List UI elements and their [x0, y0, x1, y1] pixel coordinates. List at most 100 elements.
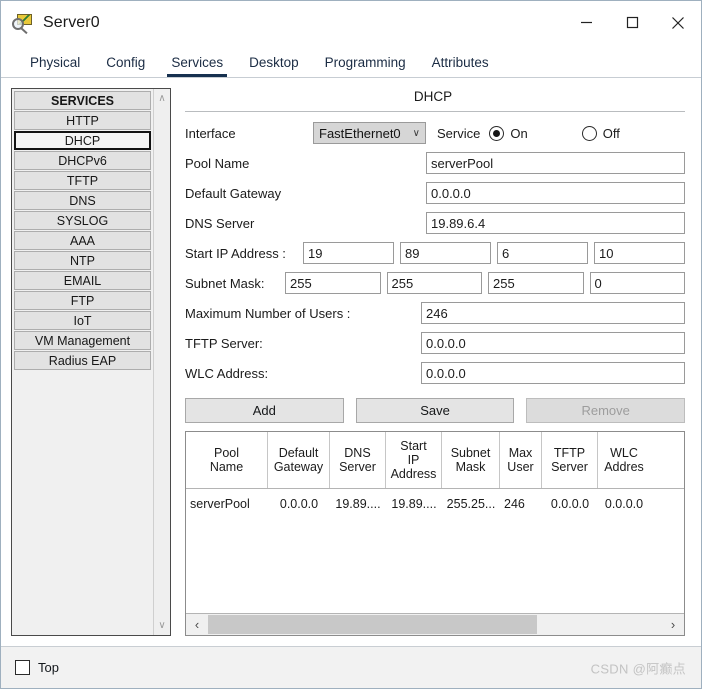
table-horizontal-scrollbar[interactable]: ‹ › [186, 613, 684, 635]
cell-tftp-server: 0.0.0.0 [550, 497, 590, 511]
remove-button[interactable]: Remove [526, 398, 686, 423]
scroll-right-icon[interactable]: › [662, 614, 684, 635]
sidebar-item-dhcpv6[interactable]: DHCPv6 [14, 151, 151, 170]
scroll-up-icon[interactable]: ∧ [154, 90, 170, 107]
column-header-subnet-mask: Subnet Mask [442, 432, 500, 488]
close-button[interactable] [655, 1, 701, 44]
wlc-address-input[interactable]: 0.0.0.0 [421, 362, 685, 384]
tab-services[interactable]: Services [158, 55, 236, 77]
add-button[interactable]: Add [185, 398, 344, 423]
top-checkbox[interactable] [15, 660, 30, 675]
scrollbar-thumb[interactable] [208, 615, 538, 634]
tftp-server-label: TFTP Server: [185, 335, 263, 351]
subnet-mask-row: Subnet Mask: 255 255 255 0 [185, 272, 685, 294]
services-list-header: SERVICES [14, 91, 151, 110]
chevron-down-icon: ∨ [412, 127, 420, 139]
start-ip-octet-2[interactable]: 89 [400, 242, 491, 264]
sidebar-item-dhcp[interactable]: DHCP [14, 131, 151, 150]
services-list: SERVICES HTTP DHCP DHCPv6 TFTP DNS SYSLO… [12, 89, 153, 635]
services-panel: SERVICES HTTP DHCP DHCPv6 TFTP DNS SYSLO… [11, 88, 171, 636]
service-on-label: On [510, 125, 528, 141]
default-gateway-label: Default Gateway [185, 185, 282, 201]
cell-wlc-address: 0.0.0.0 [604, 497, 644, 511]
maximize-button[interactable] [609, 1, 655, 44]
start-ip-octet-3[interactable]: 6 [497, 242, 588, 264]
max-users-row: Maximum Number of Users : 246 [185, 302, 685, 324]
watermark: CSDN @阿癫点 [590, 661, 686, 676]
tab-physical[interactable]: Physical [17, 55, 93, 77]
dhcp-form-panel: DHCP Interface FastEthernet0 ∨ Service O… [171, 86, 691, 646]
column-header-tftp-server: TFTP Server [542, 432, 598, 488]
tftp-server-input[interactable]: 0.0.0.0 [421, 332, 685, 354]
service-on-radio[interactable] [489, 125, 505, 141]
content-area: SERVICES HTTP DHCP DHCPv6 TFTP DNS SYSLO… [1, 78, 701, 646]
dns-server-input[interactable]: 19.89.6.4 [426, 212, 685, 234]
cell-start-ip-address: 19.89.... [391, 497, 437, 511]
start-ip-row: Start IP Address : 19 89 6 10 [185, 242, 685, 264]
tab-bar: Physical Config Services Desktop Program… [1, 44, 701, 78]
max-users-label: Maximum Number of Users : [185, 305, 351, 321]
cell-pool-name: serverPool [190, 497, 250, 511]
sidebar-item-syslog[interactable]: SYSLOG [14, 211, 151, 230]
tab-config[interactable]: Config [93, 55, 158, 77]
interface-row: Interface FastEthernet0 ∨ Service On Off [185, 122, 685, 144]
sidebar-item-vm-management[interactable]: VM Management [14, 331, 151, 350]
column-header-default-gateway: Default Gateway [268, 432, 330, 488]
sidebar-item-http[interactable]: HTTP [14, 111, 151, 130]
minimize-button[interactable] [563, 1, 609, 44]
page-title: DHCP [413, 89, 453, 104]
scrollbar-track[interactable] [208, 614, 662, 635]
tab-desktop[interactable]: Desktop [236, 55, 312, 77]
window-title: Server0 [43, 13, 100, 31]
footer-bar: Top CSDN @阿癫点 [1, 646, 701, 688]
start-ip-octet-4[interactable]: 10 [594, 242, 685, 264]
sidebar-item-radius-eap[interactable]: Radius EAP [14, 351, 151, 370]
column-header-dns-server: DNS Server [330, 432, 386, 488]
sidebar-item-ftp[interactable]: FTP [14, 291, 151, 310]
sidebar-item-dns[interactable]: DNS [14, 191, 151, 210]
top-checkbox-label: Top [38, 660, 59, 675]
cell-max-user: 246 [504, 497, 525, 511]
pool-name-label: Pool Name [185, 155, 250, 171]
max-users-input[interactable]: 246 [421, 302, 685, 324]
default-gateway-row: Default Gateway 0.0.0.0 [185, 182, 685, 204]
packet-tracer-server-icon [12, 12, 34, 34]
start-ip-label: Start IP Address : [185, 245, 286, 261]
title-divider [185, 111, 685, 112]
tab-programming[interactable]: Programming [312, 55, 419, 77]
pool-name-row: Pool Name serverPool [185, 152, 685, 174]
table-row[interactable]: serverPool 0.0.0.0 19.89.... 19.89.... 2… [186, 489, 684, 519]
cell-dns-server: 19.89.... [335, 497, 381, 511]
subnet-mask-octet-3[interactable]: 255 [488, 272, 584, 294]
subnet-mask-octet-1[interactable]: 255 [285, 272, 381, 294]
sidebar-item-email[interactable]: EMAIL [14, 271, 151, 290]
interface-select[interactable]: FastEthernet0 ∨ [313, 122, 426, 144]
cell-subnet-mask: 255.25... [446, 497, 496, 511]
sidebar-item-ntp[interactable]: NTP [14, 251, 151, 270]
start-ip-octet-1[interactable]: 19 [303, 242, 394, 264]
services-scrollbar[interactable]: ∧ ∨ [153, 89, 170, 635]
cell-default-gateway: 0.0.0.0 [279, 497, 319, 511]
column-header-max-user: Max User [500, 432, 542, 488]
sidebar-item-tftp[interactable]: TFTP [14, 171, 151, 190]
dns-server-label: DNS Server [185, 215, 255, 231]
scroll-down-icon[interactable]: ∨ [154, 617, 170, 634]
pool-name-input[interactable]: serverPool [426, 152, 685, 174]
wlc-address-row: WLC Address: 0.0.0.0 [185, 362, 685, 384]
sidebar-item-aaa[interactable]: AAA [14, 231, 151, 250]
table-body: serverPool 0.0.0.0 19.89.... 19.89.... 2… [186, 489, 684, 613]
dns-server-row: DNS Server 19.89.6.4 [185, 212, 685, 234]
subnet-mask-octet-4[interactable]: 0 [589, 272, 685, 294]
service-off-radio[interactable] [581, 125, 597, 141]
default-gateway-input[interactable]: 0.0.0.0 [426, 182, 685, 204]
save-button[interactable]: Save [355, 398, 515, 423]
tab-attributes[interactable]: Attributes [419, 55, 502, 77]
subnet-mask-label: Subnet Mask: [185, 275, 265, 291]
scroll-left-icon[interactable]: ‹ [186, 614, 208, 635]
interface-select-value: FastEthernet0 [319, 125, 401, 141]
title-bar: Server0 [1, 1, 701, 44]
table-header-row: Pool Name Default Gateway DNS Server Start I… [186, 432, 684, 489]
tftp-server-row: TFTP Server: 0.0.0.0 [185, 332, 685, 354]
subnet-mask-octet-2[interactable]: 255 [386, 272, 482, 294]
sidebar-item-iot[interactable]: IoT [14, 311, 151, 330]
